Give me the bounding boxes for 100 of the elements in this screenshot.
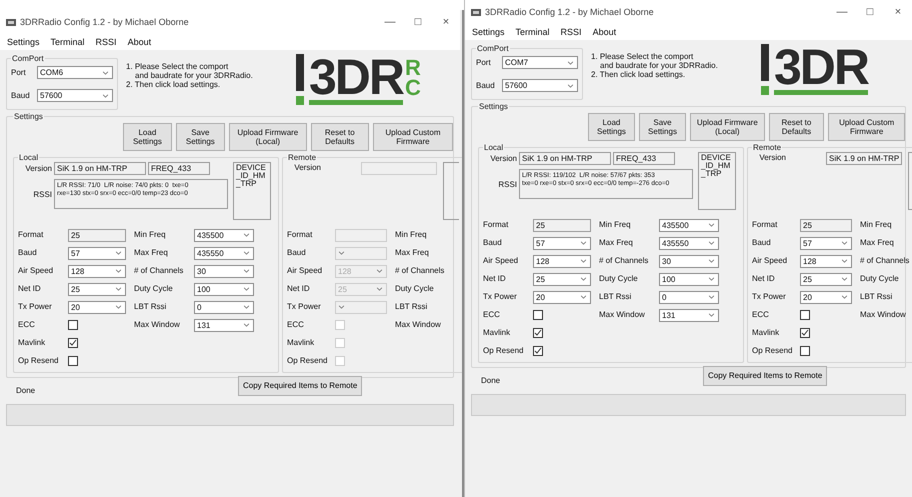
toolbar-button[interactable]: Load Settings	[588, 113, 635, 141]
checkbox[interactable]	[533, 346, 543, 356]
field-label: Tx Power	[287, 302, 322, 312]
group-label: ComPort	[476, 44, 510, 53]
field-label: Tx Power	[752, 292, 787, 302]
toolbar-button[interactable]: Save Settings	[176, 123, 225, 151]
toolbar-button[interactable]: Save Settings	[638, 113, 686, 141]
window-control[interactable]: ×	[884, 6, 912, 18]
checkbox[interactable]	[68, 338, 78, 348]
logo-text: 3DR	[309, 54, 404, 105]
toolbar-button[interactable]: Load Settings	[123, 123, 172, 151]
menu-item[interactable]: Settings	[7, 37, 40, 47]
field-label: Air Speed	[483, 256, 520, 266]
window-control[interactable]: □	[404, 16, 432, 28]
field-label: Max Window	[859, 310, 907, 320]
checkbox-label: Mavlink	[752, 328, 780, 338]
menu-item[interactable]: Terminal	[50, 37, 85, 47]
version-field: SiK 1.9 on HM-TRP	[519, 152, 611, 165]
dropdown[interactable]: 0	[659, 290, 719, 304]
checkbox[interactable]	[533, 328, 543, 338]
menu-item[interactable]: RSSI	[96, 37, 117, 47]
dropdown[interactable]: 57	[533, 236, 591, 250]
window-control[interactable]: ×	[432, 16, 460, 28]
dropdown[interactable]: 100	[194, 282, 254, 296]
dropdown[interactable]: 128	[533, 254, 591, 268]
dropdown[interactable]: 30	[194, 264, 254, 278]
dropdown[interactable]: 20	[800, 290, 852, 304]
toolbar-button[interactable]: Upload Custom Firmware	[372, 123, 454, 151]
window-control[interactable]: —	[376, 16, 404, 28]
toolbar-button[interactable]: Upload Firmware (Local)	[228, 123, 307, 151]
toolbar-button[interactable]: Reset to Defaults	[310, 123, 369, 151]
dropdown[interactable]: 20	[533, 290, 591, 304]
field-label: Min Freq	[394, 230, 428, 240]
group-label: ComPort	[11, 54, 45, 63]
instruction-text: 1. Please Select the comport	[591, 52, 694, 61]
dropdown[interactable]: 57	[68, 246, 126, 260]
toolbar-button[interactable]: Reset to Defaults	[768, 113, 824, 141]
dropdown[interactable]: 57	[800, 236, 852, 250]
menu-item[interactable]: RSSI	[560, 27, 582, 37]
field-label: Air Speed	[287, 266, 324, 276]
checkbox[interactable]	[533, 310, 543, 320]
caret-icon	[115, 287, 122, 291]
text-field[interactable]: 25	[533, 218, 591, 232]
menu-item[interactable]: About	[128, 37, 152, 47]
group-label: Local	[18, 153, 40, 162]
dropdown[interactable]: 128	[800, 254, 852, 268]
copy-button[interactable]: Copy Required Items to Remote	[238, 376, 362, 396]
menu-item[interactable]: Terminal	[516, 27, 550, 37]
caret-icon	[580, 259, 587, 263]
toolbar-button[interactable]: Upload Firmware (Local)	[690, 113, 765, 141]
dropdown[interactable]: COM7	[502, 56, 578, 69]
dropdown[interactable]: 128	[68, 264, 126, 278]
field-label: Baud	[476, 80, 496, 90]
dropdown[interactable]: 25	[800, 272, 852, 286]
instruction-text: 2. Then click load settings.	[126, 80, 222, 89]
dropdown[interactable]: 57600	[502, 79, 578, 92]
window-control[interactable]: □	[856, 6, 884, 18]
frequency-field: FREQ_433	[613, 152, 675, 165]
text-field[interactable]: 25	[68, 228, 126, 242]
checkbox[interactable]	[800, 310, 810, 320]
field-label: Format	[287, 230, 314, 240]
dropdown[interactable]: 57600	[37, 89, 113, 102]
dropdown[interactable]: 25	[68, 282, 126, 296]
dropdown[interactable]: 131	[194, 318, 254, 332]
field-label: Format	[18, 230, 44, 240]
menu-item[interactable]: Settings	[472, 27, 505, 37]
dropdown[interactable]: 0	[194, 300, 254, 314]
copy-button[interactable]: Copy Required Items to Remote	[703, 366, 828, 386]
checkbox-label: Op Resend	[752, 346, 794, 356]
checkbox[interactable]	[800, 346, 810, 356]
dropdown[interactable]: 100	[659, 272, 719, 286]
field-label: Air Speed	[18, 266, 54, 276]
dropdown[interactable]: 435550	[194, 246, 254, 260]
checkbox[interactable]	[800, 328, 810, 338]
checkbox[interactable]	[68, 356, 78, 366]
dropdown[interactable]: 435550	[659, 236, 719, 250]
dropdown[interactable]: 435500	[194, 228, 254, 242]
field-label: Duty Cycle	[394, 284, 435, 294]
menu-item[interactable]: About	[592, 27, 616, 37]
field-label: Max Freq	[859, 238, 895, 248]
window-control[interactable]: —	[828, 6, 856, 18]
caret-icon	[338, 251, 345, 255]
dropdown[interactable]: 30	[659, 254, 719, 268]
checkbox[interactable]	[68, 320, 78, 330]
field-label: Duty Cycle	[859, 274, 900, 284]
dropdown[interactable]: 25	[533, 272, 591, 286]
toolbar-button[interactable]: Upload Custom Firmware	[828, 113, 905, 141]
status-text: Done	[481, 375, 502, 385]
caret-icon	[243, 233, 250, 237]
instruction-text: and baudrate for your 3DRRadio.	[134, 71, 254, 80]
group-label: Settings	[13, 112, 44, 121]
dropdown[interactable]: COM6	[37, 66, 113, 79]
checkbox-label: ECC	[18, 320, 36, 330]
dropdown[interactable]: 20	[68, 300, 126, 314]
version-field: SiK 1.9 on HM-TRP	[54, 162, 146, 175]
field-label: Max Freq	[394, 248, 430, 258]
text-field[interactable]: 25	[800, 218, 852, 232]
dropdown[interactable]: 435500	[659, 218, 719, 232]
dropdown[interactable]: 131	[659, 308, 719, 322]
caret-icon	[338, 305, 345, 309]
